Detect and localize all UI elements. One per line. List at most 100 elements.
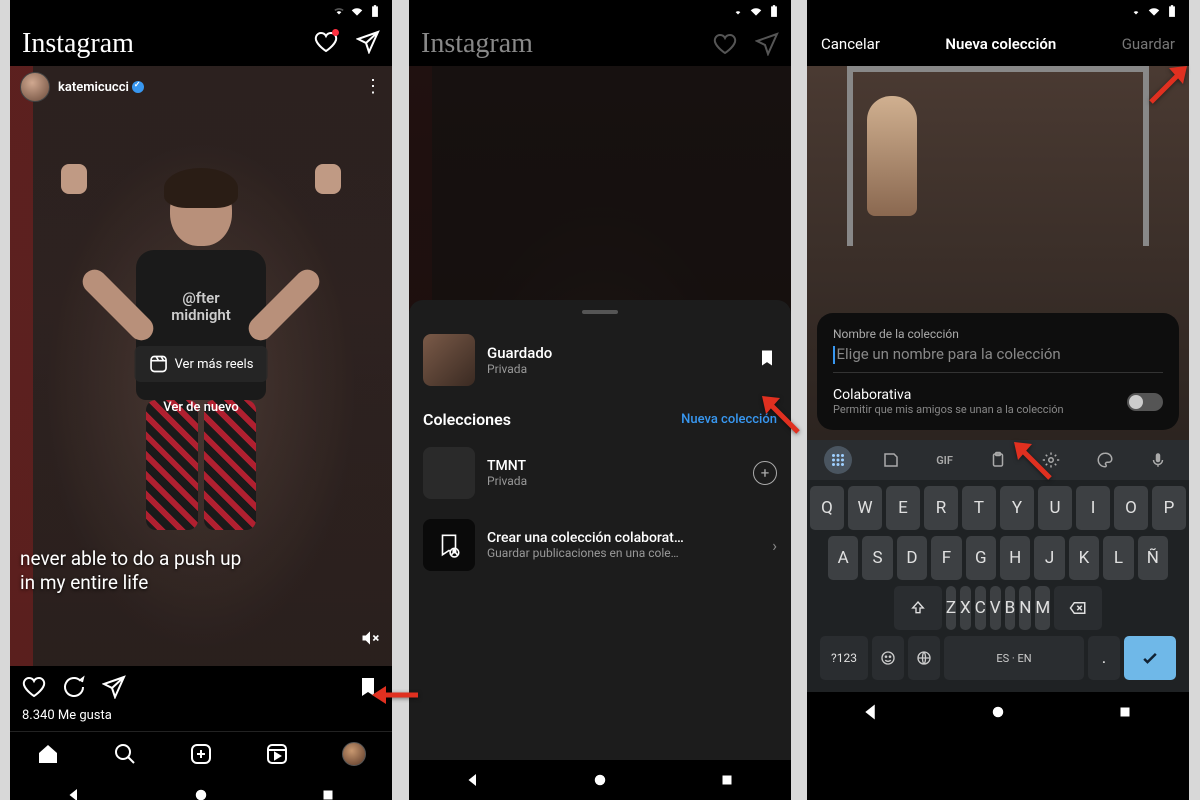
- instagram-logo[interactable]: Instagram: [22, 28, 134, 60]
- wifi-icon: [350, 4, 364, 18]
- recents-button[interactable]: [718, 771, 736, 789]
- key-x[interactable]: X: [960, 586, 971, 630]
- save-bottom-sheet: Guardado Privada Colecciones Nueva colec…: [409, 300, 791, 760]
- kb-theme-button[interactable]: [1091, 446, 1119, 474]
- android-nav: [807, 692, 1189, 732]
- profile-tab[interactable]: [342, 742, 366, 766]
- see-more-reels-button[interactable]: Ver más reels: [135, 346, 268, 382]
- key-i[interactable]: I: [1076, 486, 1110, 530]
- period-key[interactable]: .: [1088, 636, 1120, 680]
- shift-key[interactable]: [894, 586, 942, 630]
- collection-name-input[interactable]: Elige un nombre para la colección: [833, 345, 1163, 373]
- reels-tab[interactable]: [265, 742, 289, 766]
- add-to-collection-button[interactable]: +: [753, 461, 777, 485]
- kb-clipboard-button[interactable]: [984, 446, 1012, 474]
- android-nav: [409, 760, 791, 800]
- comment-button[interactable]: [62, 675, 86, 699]
- key-v[interactable]: V: [990, 586, 1001, 630]
- key-n[interactable]: N: [1019, 586, 1031, 630]
- home-button[interactable]: [591, 771, 609, 789]
- likes-count[interactable]: 8.340 Me gusta: [10, 708, 392, 731]
- kb-grid-button[interactable]: [824, 446, 852, 474]
- collab-icon-container: [423, 519, 475, 571]
- home-tab[interactable]: [36, 742, 60, 766]
- key-u[interactable]: U: [1038, 486, 1072, 530]
- home-button[interactable]: [192, 786, 210, 800]
- key-a[interactable]: A: [828, 536, 858, 580]
- language-key[interactable]: [908, 636, 940, 680]
- collaborative-toggle[interactable]: [1127, 393, 1163, 411]
- key-d[interactable]: D: [897, 536, 927, 580]
- key-q[interactable]: Q: [810, 486, 844, 530]
- check-icon: [1140, 648, 1160, 668]
- kb-sticker-button[interactable]: [877, 446, 905, 474]
- key-o[interactable]: O: [1114, 486, 1148, 530]
- like-button[interactable]: [22, 675, 46, 699]
- key-y[interactable]: Y: [1000, 486, 1034, 530]
- enter-key[interactable]: [1124, 636, 1176, 680]
- annotation-arrow-1: [370, 680, 420, 714]
- sheet-grabber[interactable]: [582, 310, 618, 314]
- reel-video-area[interactable]: katemicucci ⋮ @ftermidnight Ver más reel…: [10, 66, 392, 666]
- status-bar: [807, 0, 1189, 22]
- back-button[interactable]: [65, 786, 83, 800]
- numbers-key[interactable]: ?123: [820, 636, 868, 680]
- recents-button[interactable]: [319, 786, 337, 800]
- collection-privacy: Privada: [487, 474, 527, 488]
- key-l[interactable]: L: [1103, 536, 1133, 580]
- activity-button[interactable]: [314, 30, 338, 58]
- author-chip[interactable]: katemicucci: [20, 72, 144, 102]
- key-f[interactable]: F: [931, 536, 961, 580]
- home-button[interactable]: [989, 703, 1007, 721]
- cancel-button[interactable]: Cancelar: [821, 35, 880, 53]
- key-r[interactable]: R: [924, 486, 958, 530]
- kb-mic-button[interactable]: [1144, 446, 1172, 474]
- wifi-icon: [1147, 4, 1161, 18]
- kb-gif-button[interactable]: GIF: [931, 446, 959, 474]
- key-p[interactable]: P: [1152, 486, 1186, 530]
- key-b[interactable]: B: [1005, 586, 1016, 630]
- phone-screenshot-3: Cancelar Nueva colección Guardar Nombre …: [807, 0, 1189, 800]
- back-button[interactable]: [464, 771, 482, 789]
- key-c[interactable]: C: [975, 586, 986, 630]
- key-z[interactable]: Z: [946, 586, 956, 630]
- keyboard-row-4: ?123 ES · EN .: [810, 636, 1186, 680]
- messages-button[interactable]: [356, 30, 380, 58]
- grid-icon: [829, 451, 847, 469]
- collab-subtitle: Guardar publicaciones en una cole…: [487, 546, 717, 560]
- saved-default-row[interactable]: Guardado Privada: [409, 328, 791, 392]
- key-h[interactable]: H: [1000, 536, 1030, 580]
- reel-caption: never able to do a push up in my entire …: [20, 547, 241, 596]
- key-e[interactable]: E: [886, 486, 920, 530]
- create-tab[interactable]: [189, 742, 213, 766]
- mic-icon: [1149, 451, 1167, 469]
- create-collab-collection-row[interactable]: Crear una colección colaborat… Guardar p…: [409, 509, 791, 581]
- save-confirm-button[interactable]: Guardar: [1122, 35, 1175, 53]
- search-tab[interactable]: [113, 742, 137, 766]
- key-k[interactable]: K: [1069, 536, 1099, 580]
- collaborative-description: Permitir que mis amigos se unan a la col…: [833, 403, 1127, 416]
- share-button[interactable]: [102, 675, 126, 699]
- back-button[interactable]: [862, 703, 880, 721]
- collection-row[interactable]: TMNT Privada +: [409, 437, 791, 509]
- watch-again-button[interactable]: Ver de nuevo: [149, 392, 253, 423]
- key-ñ[interactable]: Ñ: [1138, 536, 1168, 580]
- modal-title: Nueva colección: [945, 35, 1056, 53]
- more-options-button[interactable]: ⋮: [364, 76, 382, 97]
- key-t[interactable]: T: [962, 486, 996, 530]
- backspace-key[interactable]: [1054, 586, 1102, 630]
- spacebar-key[interactable]: ES · EN: [944, 636, 1084, 680]
- sticker-icon: [882, 451, 900, 469]
- key-m[interactable]: M: [1035, 586, 1050, 630]
- key-s[interactable]: S: [862, 536, 892, 580]
- bookmark-indicator: [757, 348, 777, 372]
- chevron-right-icon: ›: [772, 536, 777, 555]
- bottom-nav: [10, 731, 392, 775]
- wifi-partial-icon: [1129, 4, 1143, 18]
- recents-button[interactable]: [1116, 703, 1134, 721]
- mute-button[interactable]: [360, 628, 380, 652]
- key-g[interactable]: G: [966, 536, 996, 580]
- key-j[interactable]: J: [1034, 536, 1064, 580]
- emoji-key[interactable]: [872, 636, 904, 680]
- key-w[interactable]: W: [848, 486, 882, 530]
